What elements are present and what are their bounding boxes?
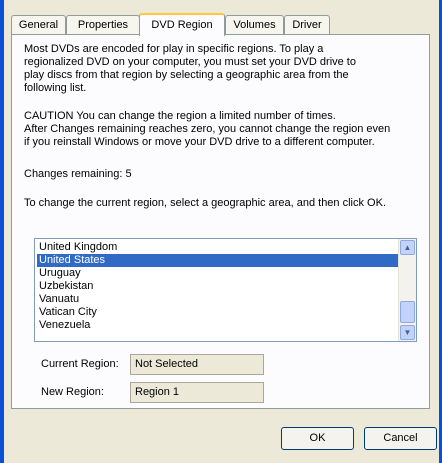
list-item-uzbekistan[interactable]: Uzbekistan <box>37 280 398 293</box>
current-region-field: Not Selected <box>130 354 264 375</box>
region-listbox[interactable]: United Kingdom United States Uruguay Uzb… <box>34 238 417 342</box>
list-item-venezuela[interactable]: Venezuela <box>37 319 398 332</box>
caution-text: CAUTION You can change the region a limi… <box>24 110 391 148</box>
intro-text: Most DVDs are encoded for play in specif… <box>24 43 356 94</box>
tab-volumes[interactable]: Volumes <box>225 15 284 34</box>
ok-button[interactable]: OK <box>281 427 354 450</box>
tab-dvd-region[interactable]: DVD Region <box>139 13 225 36</box>
cancel-button[interactable]: Cancel <box>364 427 437 450</box>
list-item-united-states[interactable]: United States <box>37 254 398 267</box>
current-region-label: Current Region: <box>41 358 119 370</box>
tab-driver[interactable]: Driver <box>284 15 330 34</box>
chevron-down-icon: ▼ <box>403 328 412 337</box>
list-item-uruguay[interactable]: Uruguay <box>37 267 398 280</box>
scroll-down-button[interactable]: ▼ <box>400 325 415 340</box>
region-list-scrollbar[interactable]: ▲ ▼ <box>398 239 416 341</box>
changes-remaining-text: Changes remaining: 5 <box>24 168 132 180</box>
scroll-up-button[interactable]: ▲ <box>400 240 415 255</box>
chevron-up-icon: ▲ <box>403 243 412 252</box>
window-frame-left <box>0 0 4 463</box>
new-region-field: Region 1 <box>130 382 264 403</box>
new-region-label: New Region: <box>41 386 104 398</box>
tab-general[interactable]: General <box>11 15 66 34</box>
tab-properties[interactable]: Properties <box>66 15 140 34</box>
list-item-united-kingdom[interactable]: United Kingdom <box>37 241 398 254</box>
list-item-vanuatu[interactable]: Vanuatu <box>37 293 398 306</box>
scroll-thumb[interactable] <box>400 301 415 323</box>
instruction-text: To change the current region, select a g… <box>24 197 386 209</box>
list-item-vatican-city[interactable]: Vatican City <box>37 306 398 319</box>
